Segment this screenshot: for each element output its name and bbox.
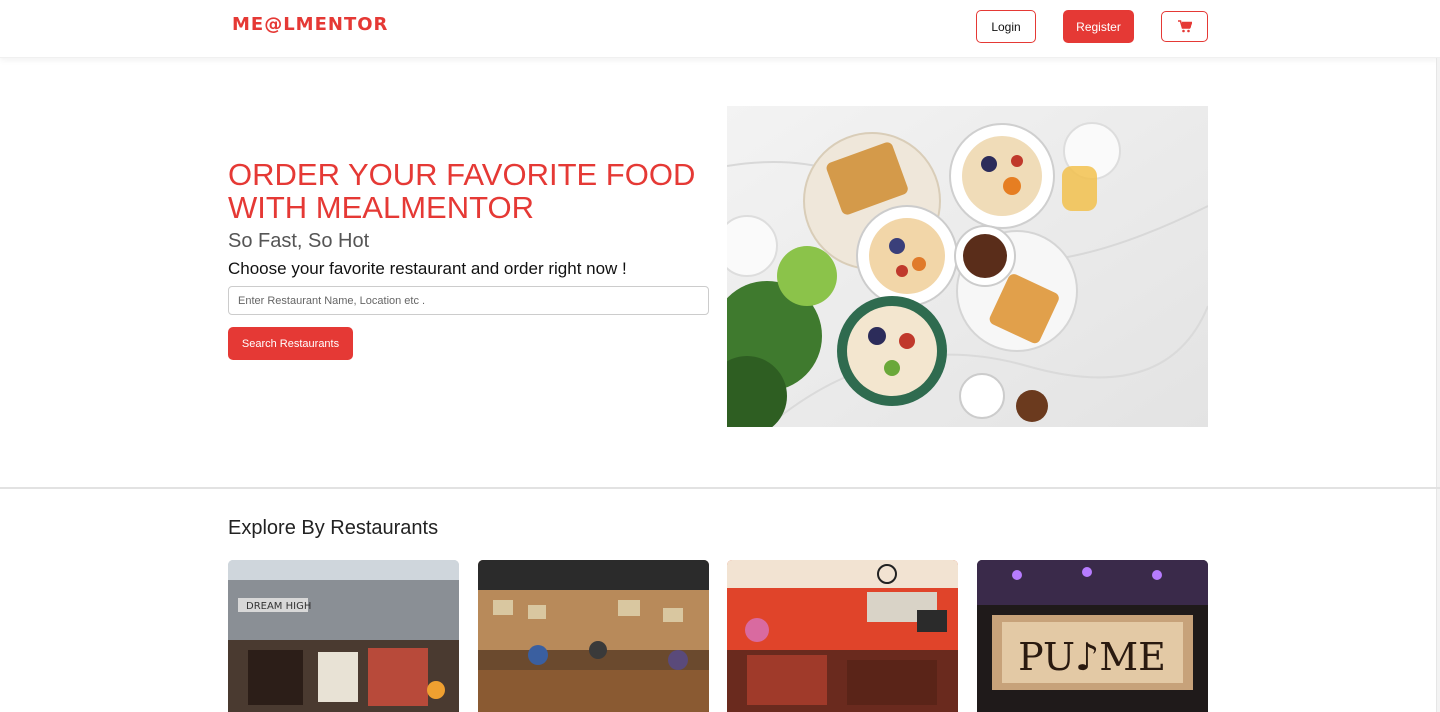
sign-text: PU♪ME <box>1018 635 1166 679</box>
hero-food-image <box>727 106 1208 427</box>
cart-icon <box>1177 20 1192 33</box>
scrollbar[interactable] <box>1436 58 1440 712</box>
restaurant-card[interactable]: PU♪ME <box>977 560 1208 712</box>
sign-text: DREAM HIGH <box>246 601 311 612</box>
restaurant-image: PU♪ME <box>977 560 1208 712</box>
register-button[interactable]: Register <box>1063 10 1134 43</box>
hero-tagline: Choose your favorite restaurant and orde… <box>228 259 627 278</box>
restaurant-card[interactable] <box>727 560 958 712</box>
restaurant-image: DREAM HIGH <box>228 560 459 712</box>
restaurant-image <box>727 560 958 712</box>
restaurant-card[interactable]: DREAM HIGH <box>228 560 459 712</box>
search-input[interactable] <box>228 286 709 315</box>
explore-heading: Explore By Restaurants <box>228 517 439 539</box>
login-button[interactable]: Login <box>976 10 1036 43</box>
restaurant-card[interactable] <box>478 560 709 712</box>
logo[interactable]: ME@LMENTOR <box>232 14 388 35</box>
navbar: ME@LMENTOR Login Register <box>0 0 1440 58</box>
restaurant-image <box>478 560 709 712</box>
hero-title: ORDER YOUR FAVORITE FOOD WITH MEALMENTOR <box>228 157 696 225</box>
cart-button[interactable] <box>1161 11 1208 42</box>
hero-subtitle: So Fast, So Hot <box>228 230 370 252</box>
section-divider <box>0 487 1440 489</box>
search-restaurants-button[interactable]: Search Restaurants <box>228 327 353 360</box>
